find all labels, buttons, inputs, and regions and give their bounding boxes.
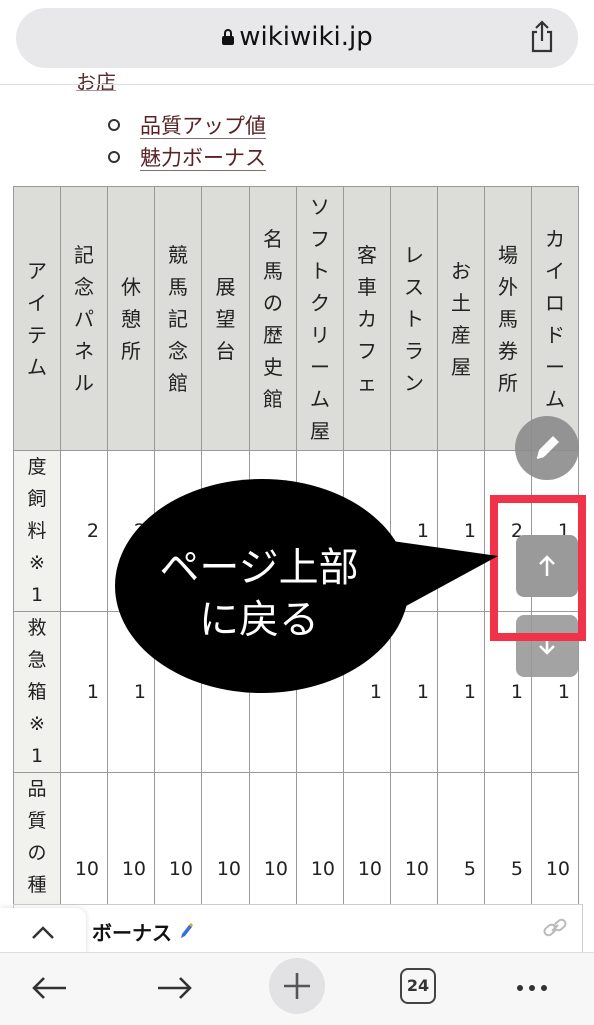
bullet-icon (108, 119, 120, 131)
table-header: ソフトクリーム屋 (296, 186, 344, 451)
tabs-button[interactable]: 24 (400, 968, 436, 1004)
table-header: 競馬記念館 (154, 186, 202, 451)
section-title: ボーナス (92, 917, 193, 946)
list-link[interactable]: 品質アップ値 (140, 114, 266, 139)
link-list: 品質アップ値 魅力ボーナス (108, 110, 266, 174)
arrow-left-icon (32, 977, 66, 999)
bullet-icon (108, 151, 120, 163)
divider (0, 84, 594, 85)
table-cell: 1 (437, 611, 485, 773)
more-button[interactable] (504, 964, 560, 1012)
back-button[interactable] (22, 964, 78, 1012)
table-header: カイロドーム (531, 186, 579, 451)
list-item-cut[interactable]: お店 (76, 66, 116, 91)
table-header: 場外馬券所 (484, 186, 532, 451)
lock-icon (221, 23, 235, 53)
collapse-tab[interactable] (0, 908, 86, 954)
table-header: 客車カフェ (343, 186, 391, 451)
list-item: 品質アップ値 (108, 110, 266, 142)
new-tab-button[interactable] (269, 958, 325, 1014)
table-header: レストラン (390, 186, 438, 451)
callout-text: ページ上部 に戻る (159, 545, 359, 643)
row-label: 救急箱※1 (13, 611, 61, 773)
share-icon[interactable] (528, 20, 556, 58)
table-header: 休憩所 (107, 186, 155, 451)
section-header: ボーナス (13, 904, 583, 954)
url-text: wikiwiki.jp (239, 22, 373, 52)
table-header: 展望台 (201, 186, 250, 451)
plus-icon (284, 973, 310, 999)
table-cell: 1 (437, 450, 485, 612)
table-cell: 1 (390, 450, 438, 612)
table-header: 名馬の歴史館 (249, 186, 297, 451)
list-link[interactable]: 魅力ボーナス (140, 146, 266, 171)
edit-button[interactable] (515, 416, 579, 480)
row-label: 度飼料※1 (13, 450, 61, 612)
link-icon[interactable] (542, 917, 568, 939)
table-header: アイテム (13, 186, 61, 451)
arrow-right-icon (158, 977, 192, 999)
pencil-icon (536, 436, 559, 459)
forward-button[interactable] (146, 964, 202, 1012)
table-header: お土産屋 (437, 186, 485, 451)
table-cell: 1 (60, 611, 108, 773)
highlight-box (490, 495, 586, 641)
address-bar[interactable]: wikiwiki.jp (16, 8, 578, 68)
more-icon (517, 985, 547, 991)
chevron-up-icon (32, 926, 54, 939)
table-header-row: アイテム 記念パネル 休憩所 競馬記念館 展望台 名馬の歴史館 ソフトクリーム屋… (13, 186, 579, 451)
list-item: 魅力ボーナス (108, 142, 266, 174)
table-header: 記念パネル (60, 186, 108, 451)
table-cell: 2 (60, 450, 108, 612)
edit-pencil-icon[interactable] (179, 922, 193, 940)
table-cell: 1 (390, 611, 438, 773)
